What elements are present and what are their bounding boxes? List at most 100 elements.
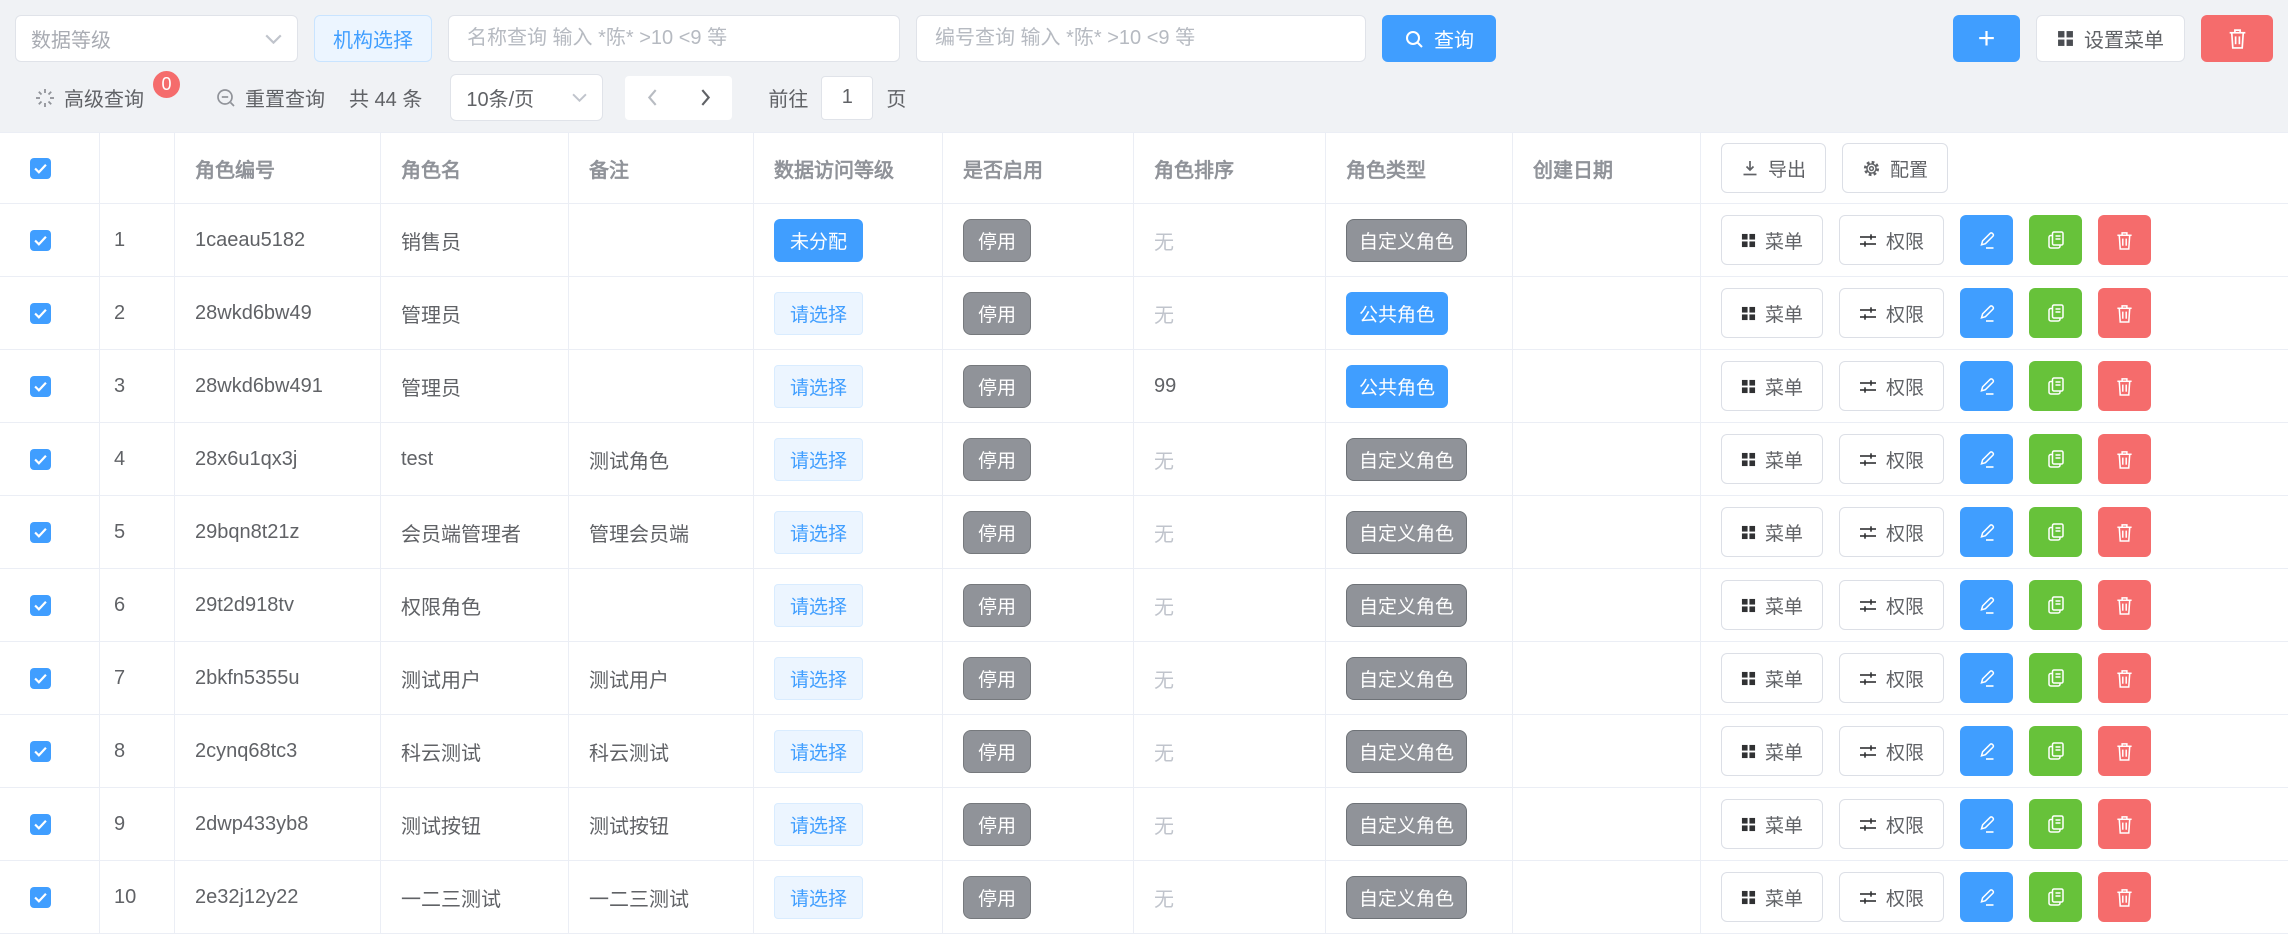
type-tag[interactable]: 自定义角色 (1346, 438, 1467, 481)
search-button[interactable]: 查询 (1382, 15, 1496, 62)
delete-button[interactable] (2098, 799, 2151, 849)
row-checkbox[interactable] (30, 449, 51, 470)
export-button[interactable]: 导出 (1721, 143, 1826, 193)
access-tag[interactable]: 请选择 (774, 511, 863, 554)
row-checkbox[interactable] (30, 376, 51, 397)
menu-button[interactable]: 菜单 (1721, 726, 1823, 776)
row-checkbox[interactable] (30, 522, 51, 543)
access-tag[interactable]: 请选择 (774, 584, 863, 627)
permission-button[interactable]: 权限 (1839, 653, 1944, 703)
data-level-select[interactable]: 数据等级 (15, 15, 298, 62)
menu-button[interactable]: 菜单 (1721, 215, 1823, 265)
type-tag[interactable]: 自定义角色 (1346, 730, 1467, 773)
enabled-tag[interactable]: 停用 (963, 657, 1031, 700)
edit-button[interactable] (1960, 653, 2013, 703)
row-checkbox[interactable] (30, 303, 51, 324)
enabled-tag[interactable]: 停用 (963, 438, 1031, 481)
permission-button[interactable]: 权限 (1839, 434, 1944, 484)
enabled-tag[interactable]: 停用 (963, 511, 1031, 554)
delete-button[interactable] (2098, 434, 2151, 484)
type-tag[interactable]: 自定义角色 (1346, 219, 1467, 262)
row-checkbox[interactable] (30, 595, 51, 616)
enabled-tag[interactable]: 停用 (963, 292, 1031, 335)
copy-button[interactable] (2029, 507, 2082, 557)
delete-button[interactable] (2098, 361, 2151, 411)
access-tag[interactable]: 请选择 (774, 876, 863, 919)
enabled-tag[interactable]: 停用 (963, 365, 1031, 408)
menu-settings-button[interactable]: 设置菜单 (2036, 15, 2185, 62)
delete-selected-button[interactable] (2201, 15, 2273, 62)
enabled-tag[interactable]: 停用 (963, 219, 1031, 262)
copy-button[interactable] (2029, 726, 2082, 776)
access-tag[interactable]: 请选择 (774, 803, 863, 846)
edit-button[interactable] (1960, 799, 2013, 849)
delete-button[interactable] (2098, 507, 2151, 557)
edit-button[interactable] (1960, 580, 2013, 630)
access-tag[interactable]: 请选择 (774, 438, 863, 481)
access-tag[interactable]: 请选择 (774, 365, 863, 408)
access-tag[interactable]: 请选择 (774, 292, 863, 335)
copy-button[interactable] (2029, 215, 2082, 265)
delete-button[interactable] (2098, 872, 2151, 922)
menu-button[interactable]: 菜单 (1721, 288, 1823, 338)
permission-button[interactable]: 权限 (1839, 726, 1944, 776)
add-button[interactable]: + (1953, 15, 2020, 62)
permission-button[interactable]: 权限 (1839, 507, 1944, 557)
edit-button[interactable] (1960, 726, 2013, 776)
advanced-query-button[interactable]: 高级查询 0 (35, 83, 144, 112)
type-tag[interactable]: 自定义角色 (1346, 876, 1467, 919)
copy-button[interactable] (2029, 288, 2082, 338)
copy-button[interactable] (2029, 799, 2082, 849)
access-tag[interactable]: 未分配 (774, 219, 863, 262)
edit-button[interactable] (1960, 872, 2013, 922)
edit-button[interactable] (1960, 434, 2013, 484)
delete-button[interactable] (2098, 653, 2151, 703)
copy-button[interactable] (2029, 434, 2082, 484)
select-all-checkbox[interactable] (30, 158, 51, 179)
access-tag[interactable]: 请选择 (774, 657, 863, 700)
copy-button[interactable] (2029, 580, 2082, 630)
type-tag[interactable]: 自定义角色 (1346, 511, 1467, 554)
type-tag[interactable]: 自定义角色 (1346, 803, 1467, 846)
code-query-input[interactable] (916, 15, 1366, 62)
enabled-tag[interactable]: 停用 (963, 730, 1031, 773)
type-tag[interactable]: 自定义角色 (1346, 657, 1467, 700)
permission-button[interactable]: 权限 (1839, 288, 1944, 338)
next-page-button[interactable] (679, 76, 733, 120)
row-checkbox[interactable] (30, 814, 51, 835)
delete-button[interactable] (2098, 215, 2151, 265)
edit-button[interactable] (1960, 288, 2013, 338)
type-tag[interactable]: 公共角色 (1346, 365, 1448, 408)
row-checkbox[interactable] (30, 741, 51, 762)
delete-button[interactable] (2098, 288, 2151, 338)
permission-button[interactable]: 权限 (1839, 580, 1944, 630)
menu-button[interactable]: 菜单 (1721, 653, 1823, 703)
edit-button[interactable] (1960, 361, 2013, 411)
enabled-tag[interactable]: 停用 (963, 584, 1031, 627)
delete-button[interactable] (2098, 726, 2151, 776)
reset-query-button[interactable]: 重置查询 (216, 83, 325, 112)
type-tag[interactable]: 自定义角色 (1346, 584, 1467, 627)
permission-button[interactable]: 权限 (1839, 361, 1944, 411)
goto-page-input[interactable] (821, 76, 873, 120)
enabled-tag[interactable]: 停用 (963, 803, 1031, 846)
access-tag[interactable]: 请选择 (774, 730, 863, 773)
menu-button[interactable]: 菜单 (1721, 872, 1823, 922)
permission-button[interactable]: 权限 (1839, 215, 1944, 265)
menu-button[interactable]: 菜单 (1721, 580, 1823, 630)
copy-button[interactable] (2029, 653, 2082, 703)
prev-page-button[interactable] (625, 76, 679, 120)
row-checkbox[interactable] (30, 230, 51, 251)
menu-button[interactable]: 菜单 (1721, 434, 1823, 484)
type-tag[interactable]: 公共角色 (1346, 292, 1448, 335)
menu-button[interactable]: 菜单 (1721, 799, 1823, 849)
enabled-tag[interactable]: 停用 (963, 876, 1031, 919)
page-size-select[interactable]: 10条/页 (450, 74, 603, 121)
menu-button[interactable]: 菜单 (1721, 361, 1823, 411)
org-select-button[interactable]: 机构选择 (314, 15, 432, 62)
edit-button[interactable] (1960, 215, 2013, 265)
copy-button[interactable] (2029, 872, 2082, 922)
permission-button[interactable]: 权限 (1839, 799, 1944, 849)
menu-button[interactable]: 菜单 (1721, 507, 1823, 557)
row-checkbox[interactable] (30, 668, 51, 689)
